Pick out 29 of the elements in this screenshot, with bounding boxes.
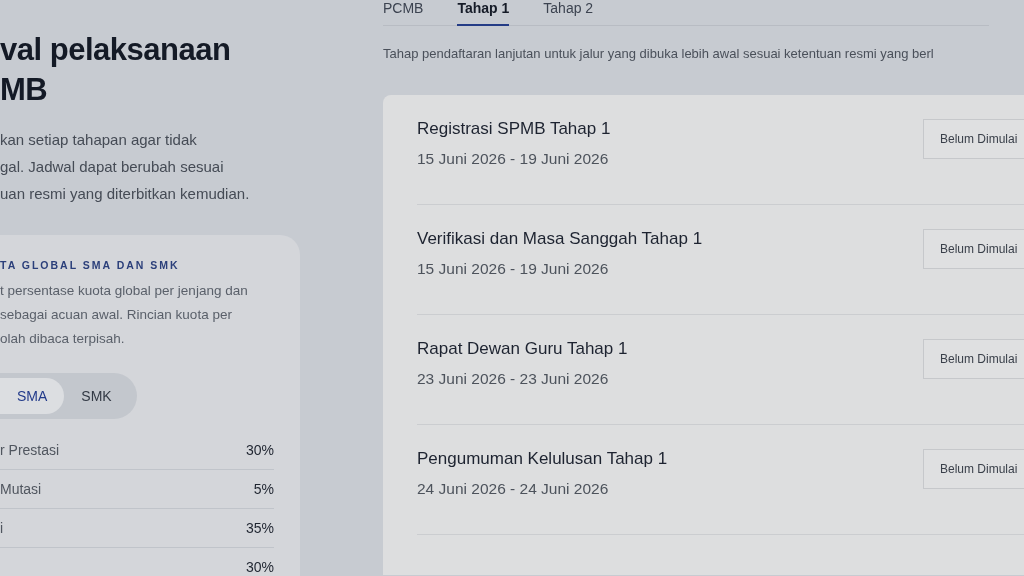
status-button[interactable]: Belum Dimulai xyxy=(923,119,1024,159)
card-title: TA GLOBAL SMA DAN SMK xyxy=(0,259,181,271)
tab-description: Tahap pendaftaran lanjutan untuk jalur yang dibuka lebih awal sesuai ketentuan resmi yang berl xyxy=(383,46,935,61)
stage-dates: 15 Juni 2026 - 19 Juni 2026 xyxy=(417,260,610,278)
tab[interactable]: PCMB xyxy=(383,0,424,26)
stage-dates: 24 Juni 2026 - 24 Juni 2026 xyxy=(417,480,610,498)
quota-value: 5% xyxy=(253,481,274,497)
status-button[interactable]: Belum Dimulai xyxy=(923,449,1024,489)
quota-value: 30% xyxy=(245,559,274,575)
tab[interactable]: Tahap 2 xyxy=(543,0,594,26)
intro-paragraph: kan setiap tahapan agar tidak gal. Jadwal dapat berubah sesuai uan resmi yang diterbitkan kemudian. xyxy=(0,130,251,204)
quota-value: 30% xyxy=(245,442,274,458)
status-button[interactable]: Belum Dimulai xyxy=(923,229,1024,269)
card-description: t persentase kuota global per jenjang dan sebagai acuan awal. Rincian kuota per olah dibaca terpisah. xyxy=(0,282,249,348)
segment-button[interactable]: SMA xyxy=(0,378,65,414)
quota-label: i xyxy=(0,520,4,536)
quota-label: Mutasi xyxy=(0,481,42,497)
page-heading: val pelaksanaan MB xyxy=(0,31,232,109)
stage-dates: 15 Juni 2026 - 19 Juni 2026 xyxy=(417,150,610,168)
stage-title: Rapat Dewan Guru Tahap 1 xyxy=(417,339,628,359)
segment-button[interactable]: SMK xyxy=(64,378,129,414)
stage-title: Registrasi SPMB Tahap 1 xyxy=(417,119,611,139)
status-button[interactable]: Belum Dimulai xyxy=(923,339,1024,379)
quota-value: 35% xyxy=(245,520,274,536)
tab[interactable]: Tahap 1 xyxy=(457,0,510,26)
stage-title: Pengumuman Kelulusan Tahap 1 xyxy=(417,449,668,469)
stage-title: Verifikasi dan Masa Sanggah Tahap 1 xyxy=(417,229,703,249)
quota-label: r Prestasi xyxy=(0,442,60,458)
stage-dates: 23 Juni 2026 - 23 Juni 2026 xyxy=(417,370,610,388)
